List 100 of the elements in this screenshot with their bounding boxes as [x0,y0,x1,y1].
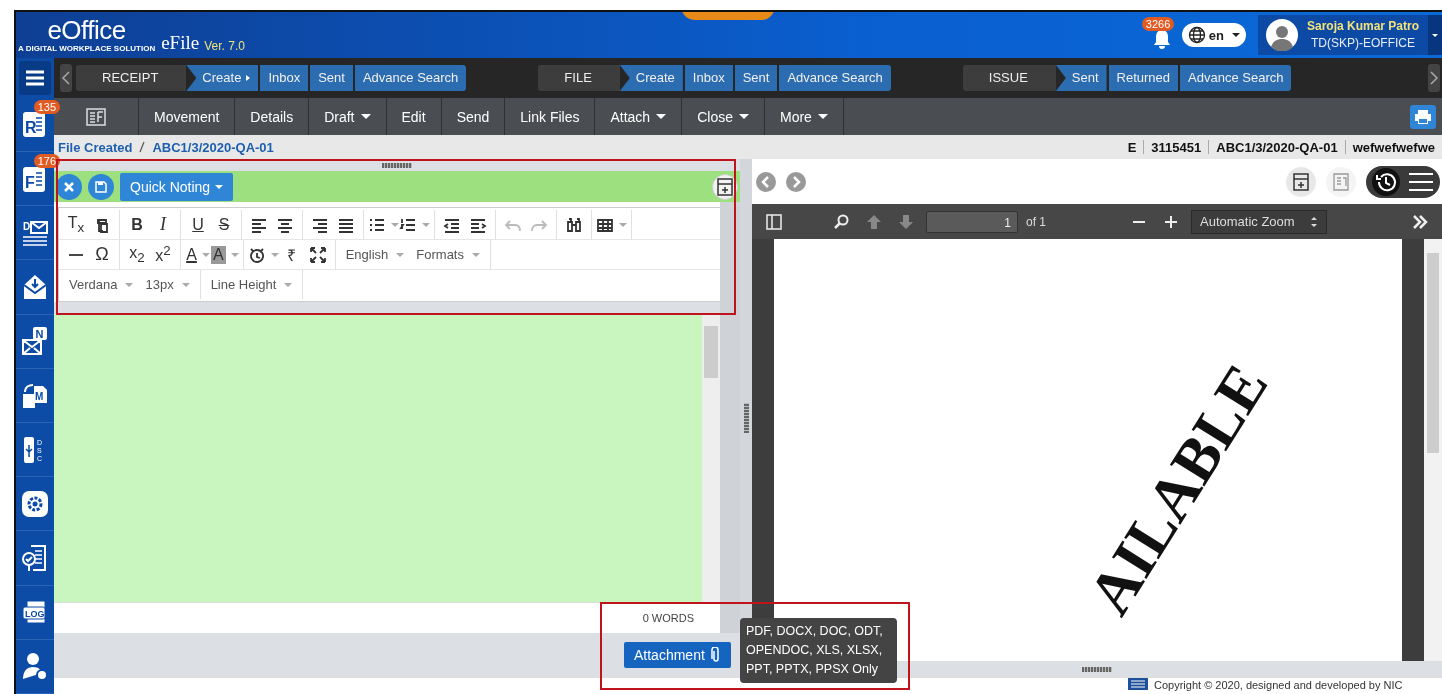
bold-button[interactable]: B [124,211,150,238]
nav-section-label: ISSUE [962,65,1056,91]
nav-link[interactable]: Inbox [260,65,309,91]
close-icon [64,181,74,192]
chevron-left-icon [761,175,771,188]
nav-section-label: FILE [538,65,620,91]
nav-link[interactable]: Sent [310,65,353,91]
document-icon [86,107,106,126]
sort-arrows-icon [1310,215,1318,228]
editor-dropdown[interactable]: English [339,241,411,268]
quick-noting-dropdown[interactable]: Quick Noting [120,172,234,201]
clear-format-button[interactable]: T$_{x}$ [63,211,89,238]
language-selector[interactable]: en [1181,23,1246,47]
brand-logo: eOffice [47,17,126,43]
editor-dropdown[interactable]: Line Height [204,271,299,298]
resize-handle[interactable] [382,162,412,168]
menu-button[interactable] [19,61,51,95]
superscript-button[interactable]: x$^{2}$ [150,241,176,268]
search-icon [834,213,850,230]
underline-button[interactable]: U [185,211,211,238]
layout-icon [717,177,733,196]
scrollbar[interactable] [1424,239,1442,661]
user-name: Saroja Kumar Patro [1306,18,1419,35]
editor-dropdown[interactable]: 13px [139,271,196,298]
nav-link[interactable]: Sent [734,65,778,91]
layout-button[interactable] [1286,166,1316,197]
app-name: eFile [161,32,200,54]
arrow-up-icon [866,213,882,230]
scroll-right-button[interactable] [1428,64,1440,92]
italic-button[interactable]: I [150,211,176,238]
nav-link[interactable]: Returned [1108,65,1179,91]
copyright-text: Copyright © 2020, designed and developed by NIC [1154,678,1403,692]
layout-icon [1293,172,1309,191]
save-icon [95,180,107,193]
background-color-button[interactable]: A [211,241,239,268]
resize-handle[interactable] [743,403,749,433]
file-info: wefwefwefwe [1352,139,1435,155]
sidebar-icon [766,213,782,230]
chevron-right-icon [1430,71,1438,85]
user-icon[interactable] [21,651,49,682]
app-version: Ver. 7.0 [204,39,245,53]
avatar-icon [1266,19,1298,51]
plus-icon [1164,214,1178,229]
nav-link[interactable]: Create [619,65,683,91]
special-character-button[interactable]: Ω [89,241,115,268]
menu-icon [1408,171,1434,192]
nav-link[interactable]: Sent [1055,65,1107,91]
nav-link[interactable]: Create [186,65,259,91]
zoom-select[interactable]: Automatic Zoom [1191,209,1327,234]
print-button[interactable] [1410,104,1436,129]
previous-button[interactable] [756,171,776,192]
user-menu[interactable]: Saroja Kumar Patro TD(SKP)-EOFFICE [1258,15,1442,55]
page-count: of 1 [1026,214,1046,229]
binoculars-icon [565,215,583,234]
minus-icon [1132,219,1146,224]
editor-dropdown[interactable]: Formats [410,241,486,268]
resize-handle[interactable] [1082,666,1112,672]
menu-button[interactable] [1408,171,1434,192]
word-count: 0 WORDS [642,612,694,624]
strikethrough-button[interactable]: S [211,211,237,238]
horizontal-line-icon [67,252,85,257]
nav-link[interactable]: Advance Search [1180,65,1292,91]
document-icon [1333,172,1349,191]
verify-icon[interactable] [21,543,49,574]
nav-link[interactable]: Inbox [684,65,733,91]
nav-link[interactable]: Advance Search [779,65,891,91]
next-button[interactable] [786,171,806,192]
bell-icon[interactable] [1151,28,1172,50]
count-badge: 176 [33,154,60,168]
arrow-down-icon [898,213,914,230]
notification-badge: 3266 [1141,17,1175,31]
chevron-right-icon [791,175,801,188]
nav-link[interactable]: Advance Search [354,65,467,91]
breadcrumb-link[interactable]: ABC1/3/2020-QA-01 [152,139,274,155]
rupee-button[interactable]: ₹ [278,241,305,268]
chevron-left-icon [62,71,70,85]
attachment-button[interactable]: Attachment [624,642,731,668]
scroll-left-button[interactable] [60,64,72,92]
user-role: TD(SKP)-EOFFICE [1311,35,1415,52]
history-button[interactable] [1372,167,1400,196]
paperclip-icon [710,647,721,663]
close-button[interactable] [56,173,82,200]
scrollbar[interactable] [720,202,740,633]
scrollbar[interactable] [702,314,720,602]
file-info: ABC1/3/2020-QA-01 [1216,139,1338,155]
file-info: E [1127,139,1137,155]
breadcrumb-link[interactable]: File Created [58,139,133,155]
save-button[interactable] [88,173,114,200]
editor-dropdown[interactable]: Verdana [63,271,140,298]
file-types-tooltip: PDF, DOCX, DOC, ODT, OPENDOC, XLS, XLSX, PPT, PPTX, PPSX Only [740,618,897,683]
inbox-icon[interactable] [21,272,49,302]
clock-icon [247,245,266,264]
subscript-button[interactable]: x$_{2}$ [124,241,150,268]
count-badge: 135 [33,99,60,114]
settings-icon[interactable] [21,488,49,519]
globe-icon [1187,26,1206,44]
page-number-field[interactable]: 1 [926,210,1018,233]
layout-button[interactable] [712,173,738,200]
file-info: 3115451 [1151,139,1202,155]
nav-section-label: RECEIPT [76,65,187,91]
